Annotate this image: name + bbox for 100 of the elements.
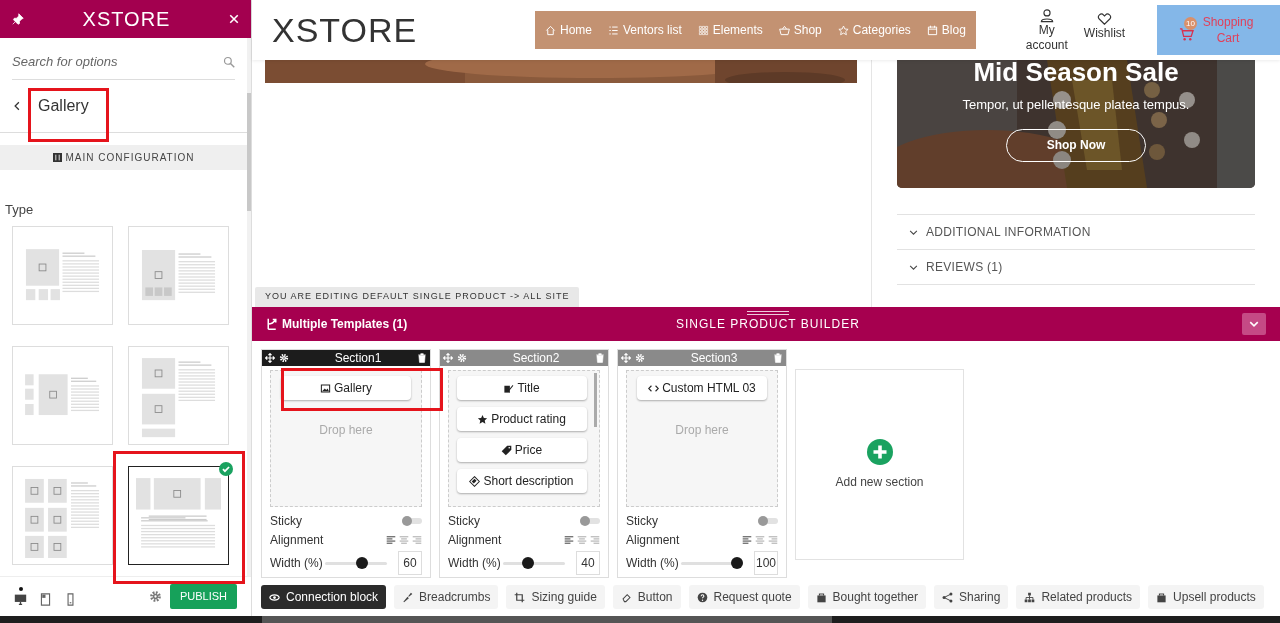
width-input[interactable]: 60 xyxy=(398,551,422,575)
image-icon xyxy=(320,382,331,394)
check-icon xyxy=(219,461,233,476)
align-right-icon[interactable] xyxy=(412,534,422,545)
slider-thumb[interactable] xyxy=(356,556,369,569)
element-chip[interactable]: Price xyxy=(456,438,587,462)
block-chip[interactable]: Related products xyxy=(1016,585,1141,609)
sticky-label: Sticky xyxy=(626,512,658,530)
site-logo[interactable]: XSTORE xyxy=(272,4,535,56)
star-icon xyxy=(837,24,849,36)
list-icon xyxy=(608,24,619,36)
slider-thumb[interactable] xyxy=(730,556,743,569)
cart-label: Shopping Cart xyxy=(1201,14,1255,46)
block-chip[interactable]: Connection block xyxy=(261,585,387,609)
move-icon[interactable] xyxy=(265,353,275,363)
align-left-icon[interactable] xyxy=(742,534,752,545)
sticky-toggle[interactable] xyxy=(758,517,778,524)
desktop-view-button[interactable] xyxy=(14,587,27,606)
share-icon xyxy=(942,591,953,603)
align-right-icon[interactable] xyxy=(768,534,778,545)
plus-icon xyxy=(866,438,893,465)
account-link[interactable]: My account xyxy=(1023,7,1070,53)
back-icon[interactable] xyxy=(12,100,22,112)
align-right-icon[interactable] xyxy=(590,534,600,545)
calendar-icon xyxy=(926,24,938,36)
sticky-toggle[interactable] xyxy=(402,517,422,524)
templates-link[interactable]: Multiple Templates (1) xyxy=(266,315,676,333)
add-section-label: Add new section xyxy=(835,473,924,491)
align-center-icon[interactable] xyxy=(399,534,409,545)
banner-subtitle: Tempor, ut pellentesque platea tempus. xyxy=(962,96,1190,114)
grid-icon xyxy=(697,24,709,36)
heart-icon xyxy=(1097,11,1112,26)
sticky-label: Sticky xyxy=(270,512,302,530)
alignment-label: Alignment xyxy=(270,531,324,549)
close-icon[interactable] xyxy=(229,14,239,24)
alignment-label: Alignment xyxy=(626,531,680,549)
element-chip[interactable]: Title xyxy=(456,376,587,400)
chevron-icon xyxy=(1249,319,1259,329)
slider-thumb[interactable] xyxy=(521,556,534,569)
edit-icon xyxy=(503,382,515,394)
add-section-card[interactable]: Add new section xyxy=(795,369,964,560)
pin-icon[interactable] xyxy=(12,13,24,25)
user-icon xyxy=(1039,7,1054,23)
trash-icon[interactable] xyxy=(417,353,427,363)
accordion-item[interactable]: ADDITIONAL INFORMATION xyxy=(897,215,1255,250)
section-title: Section2 xyxy=(511,350,561,367)
sticky-label: Sticky xyxy=(448,512,480,530)
chevron-icon xyxy=(909,227,918,237)
fork-icon xyxy=(266,318,278,330)
sitemap-icon xyxy=(1024,591,1036,603)
section-header-bar[interactable]: Section1 xyxy=(262,350,430,366)
basket-icon xyxy=(778,24,790,36)
block-chip[interactable]: Sizing guide xyxy=(506,585,605,609)
tag-icon xyxy=(500,444,512,456)
sticky-toggle[interactable] xyxy=(580,517,600,524)
horizontal-scrollbar[interactable] xyxy=(0,616,1280,623)
block-chip[interactable]: Button xyxy=(612,585,681,609)
align-left-icon[interactable] xyxy=(564,534,574,545)
accordion-item[interactable]: REVIEWS (1) xyxy=(897,250,1255,285)
align-center-icon[interactable] xyxy=(577,534,587,545)
settings-icon[interactable] xyxy=(279,353,289,363)
eye-icon xyxy=(269,591,280,603)
search-field[interactable]: Search for options xyxy=(12,51,202,72)
block-chip[interactable]: Upsell products xyxy=(1148,585,1264,609)
eraser-icon xyxy=(620,591,632,603)
align-left-icon[interactable] xyxy=(386,534,396,545)
builder-title: SINGLE PRODUCT BUILDER xyxy=(676,316,860,333)
collapse-button[interactable] xyxy=(1242,313,1266,335)
brush-icon xyxy=(402,591,414,603)
block-chip[interactable]: Sharing xyxy=(934,585,1009,609)
chevron-icon xyxy=(909,262,918,272)
editing-notice: YOU ARE EDITING DEFAULT SINGLE PRODUCT -> ALL SITE xyxy=(255,287,580,307)
section-title: Section3 xyxy=(689,350,739,367)
alignment-label: Alignment xyxy=(448,531,502,549)
section-title: Section1 xyxy=(333,350,383,367)
cart-count-badge: 10 xyxy=(1184,17,1197,30)
config-tab[interactable]: MAIN CONFIGURATION xyxy=(0,145,247,170)
panel-title: Gallery xyxy=(38,96,89,116)
block-chip[interactable]: Request quote xyxy=(688,585,800,609)
banner-title: Mid Season Sale xyxy=(973,60,1179,86)
cart-icon xyxy=(1179,26,1194,42)
wishlist-link[interactable]: Wishlist xyxy=(1083,11,1126,41)
block-chip[interactable]: Bought together xyxy=(807,585,926,609)
width-label: Width (%) xyxy=(448,555,502,572)
width-input[interactable]: 40 xyxy=(576,551,600,575)
element-chip[interactable]: Product rating xyxy=(456,407,587,431)
element-chip[interactable]: Short description xyxy=(456,469,587,493)
element-chip[interactable]: Gallery xyxy=(281,376,411,400)
scrollbar[interactable] xyxy=(247,38,251,576)
width-label: Width (%) xyxy=(626,555,680,572)
width-label: Width (%) xyxy=(270,555,324,572)
field-label: Type xyxy=(5,201,35,219)
block-chip[interactable]: Breadcrumbs xyxy=(394,585,499,609)
element-chip[interactable]: Custom HTML 03 xyxy=(637,376,767,400)
drop-hint: Drop here xyxy=(319,422,373,439)
search-icon[interactable] xyxy=(223,55,235,68)
sidebar-logo: XSTORE xyxy=(82,7,171,32)
align-center-icon[interactable] xyxy=(755,534,765,545)
width-input[interactable]: 100 xyxy=(754,551,778,575)
house-icon xyxy=(545,24,556,36)
